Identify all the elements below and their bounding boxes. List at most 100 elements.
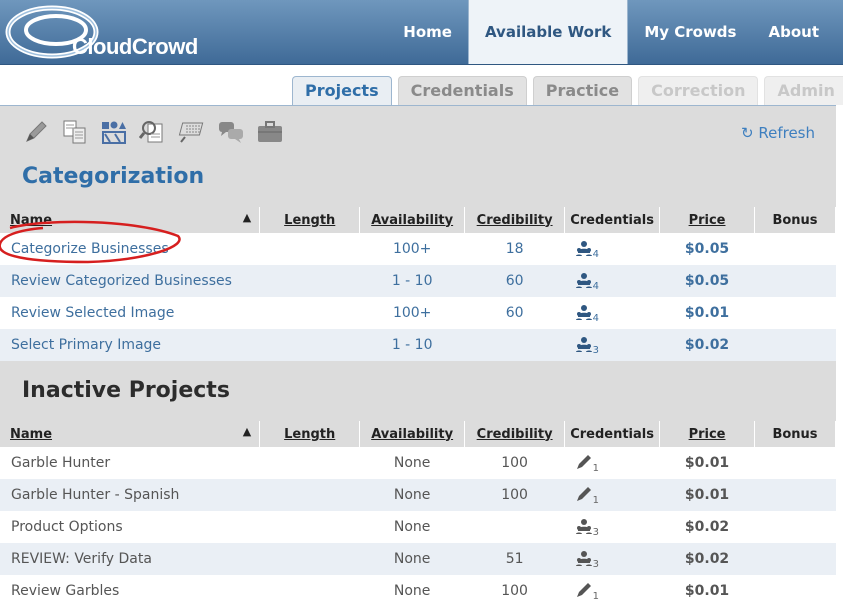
- column-header-price[interactable]: Price: [659, 421, 755, 447]
- bonus-cell: [754, 447, 836, 479]
- tab-credentials[interactable]: Credentials: [397, 76, 527, 105]
- inactive-projects-table: Name ▲ Length Availability Credibility Cr…: [0, 421, 836, 607]
- length-cell: [259, 329, 360, 361]
- team-icon: [575, 518, 592, 534]
- credibility-cell: 60: [464, 265, 565, 297]
- nav-about[interactable]: About: [752, 0, 835, 64]
- project-name-cell: Review Selected Image: [0, 297, 260, 329]
- credential-count: 3: [592, 526, 599, 538]
- credentials-cell: 4: [564, 265, 660, 297]
- credentials-cell: 1: [564, 447, 660, 479]
- bonus-cell: [754, 543, 836, 575]
- project-name-cell: Product Options: [0, 511, 260, 543]
- project-name-cell: Review Categorized Businesses: [0, 265, 260, 297]
- project-name-cell: Review Garbles: [0, 575, 260, 607]
- nav-home[interactable]: Home: [387, 0, 468, 64]
- briefcase-icon[interactable]: [256, 118, 284, 146]
- length-cell: [259, 543, 360, 575]
- bonus-cell: [754, 575, 836, 607]
- pencil-icon: [576, 454, 591, 469]
- credential-count: 4: [592, 248, 599, 260]
- pencil-icon[interactable]: [22, 118, 50, 146]
- documents-icon[interactable]: [61, 118, 89, 146]
- tab-correction: Correction: [638, 76, 759, 105]
- nav-my-crowds[interactable]: My Crowds: [628, 0, 752, 64]
- sort-up-icon: ▲: [242, 425, 252, 438]
- tab-bar: Projects Credentials Practice Correction…: [292, 76, 843, 107]
- length-cell: [259, 265, 360, 297]
- credentials-cell: 3: [564, 543, 660, 575]
- availability-cell: 100+: [359, 233, 465, 265]
- project-link[interactable]: Review Selected Image: [11, 305, 174, 321]
- price-cell: $0.01: [659, 575, 755, 607]
- column-header-name-label: Name: [10, 212, 53, 228]
- column-header-name[interactable]: Name ▲: [0, 421, 261, 447]
- main-nav: Home Available Work My Crowds About: [387, 0, 835, 64]
- column-header-name-label: Name: [10, 426, 53, 442]
- table-row[interactable]: Review Categorized Businesses 1 - 10 60 …: [0, 265, 836, 297]
- credibility-cell: 18: [464, 233, 565, 265]
- credibility-cell: 51: [464, 543, 565, 575]
- column-header-credibility[interactable]: Credibility: [464, 207, 566, 233]
- price-cell: $0.01: [659, 297, 755, 329]
- credibility-cell: [464, 329, 565, 361]
- tab-projects[interactable]: Projects: [292, 76, 392, 107]
- price-cell: $0.02: [659, 329, 755, 361]
- chat-icon[interactable]: [217, 118, 245, 146]
- table-row: Review Garbles None 100 1 $0.01: [0, 575, 836, 607]
- refresh-icon: ↻: [740, 124, 754, 142]
- project-name-cell: Categorize Businesses: [0, 233, 260, 265]
- credentials-cell: 3: [564, 329, 660, 361]
- search-document-icon[interactable]: [139, 118, 167, 146]
- length-cell: [259, 447, 360, 479]
- credibility-cell: 100: [464, 447, 565, 479]
- project-name-cell: Garble Hunter: [0, 447, 260, 479]
- table-row[interactable]: Select Primary Image 1 - 10 3 $0.02: [0, 329, 836, 361]
- tab-admin: Admin: [764, 76, 843, 105]
- credentials-cell: 4: [564, 233, 660, 265]
- column-header-length[interactable]: Length: [259, 207, 361, 233]
- top-header: CloudCrowd Home Available Work My Crowds…: [0, 0, 843, 65]
- column-header-name[interactable]: Name ▲: [0, 207, 261, 233]
- project-link[interactable]: Categorize Businesses: [11, 241, 169, 257]
- availability-cell: None: [359, 543, 465, 575]
- tab-practice[interactable]: Practice: [532, 76, 633, 105]
- shapes-icon[interactable]: [100, 118, 128, 146]
- column-header-price[interactable]: Price: [659, 207, 755, 233]
- column-header-availability[interactable]: Availability: [359, 421, 466, 447]
- availability-cell: None: [359, 447, 465, 479]
- refresh-button[interactable]: ↻ Refresh: [741, 124, 815, 142]
- column-header-bonus: Bonus: [754, 421, 836, 447]
- credential-count: 4: [592, 312, 599, 324]
- credential-count: 3: [592, 558, 599, 570]
- credential-count: 3: [592, 344, 599, 356]
- credential-count: 4: [592, 280, 599, 292]
- bonus-cell: [754, 297, 836, 329]
- project-link[interactable]: Select Primary Image: [11, 337, 161, 353]
- project-link[interactable]: Review Categorized Businesses: [11, 273, 232, 289]
- nav-available-work[interactable]: Available Work: [467, 0, 629, 64]
- price-cell: $0.05: [659, 265, 755, 297]
- project-name-cell: REVIEW: Verify Data: [0, 543, 260, 575]
- column-header-bonus: Bonus: [754, 207, 836, 233]
- price-cell: $0.01: [659, 447, 755, 479]
- column-header-credentials: Credentials: [564, 207, 661, 233]
- credentials-cell: 3: [564, 511, 660, 543]
- column-header-credibility[interactable]: Credibility: [464, 421, 566, 447]
- project-name-cell: Garble Hunter - Spanish: [0, 479, 260, 511]
- pencil-icon: [576, 582, 591, 597]
- credibility-cell: 60: [464, 297, 565, 329]
- pencil-icon: [576, 486, 591, 501]
- availability-cell: None: [359, 479, 465, 511]
- availability-cell: None: [359, 511, 465, 543]
- length-cell: [259, 511, 360, 543]
- column-header-availability[interactable]: Availability: [359, 207, 466, 233]
- table-row[interactable]: Review Selected Image 100+ 60 4 $0.01: [0, 297, 836, 329]
- table-row: Product Options None 3 $0.02: [0, 511, 836, 543]
- column-header-length[interactable]: Length: [259, 421, 361, 447]
- keyboard-icon[interactable]: [178, 118, 206, 146]
- availability-cell: 1 - 10: [359, 265, 465, 297]
- table-row[interactable]: Categorize Businesses 100+ 18 4 $0.05: [0, 233, 836, 265]
- logo-text: CloudCrowd: [72, 34, 198, 59]
- price-cell: $0.02: [659, 511, 755, 543]
